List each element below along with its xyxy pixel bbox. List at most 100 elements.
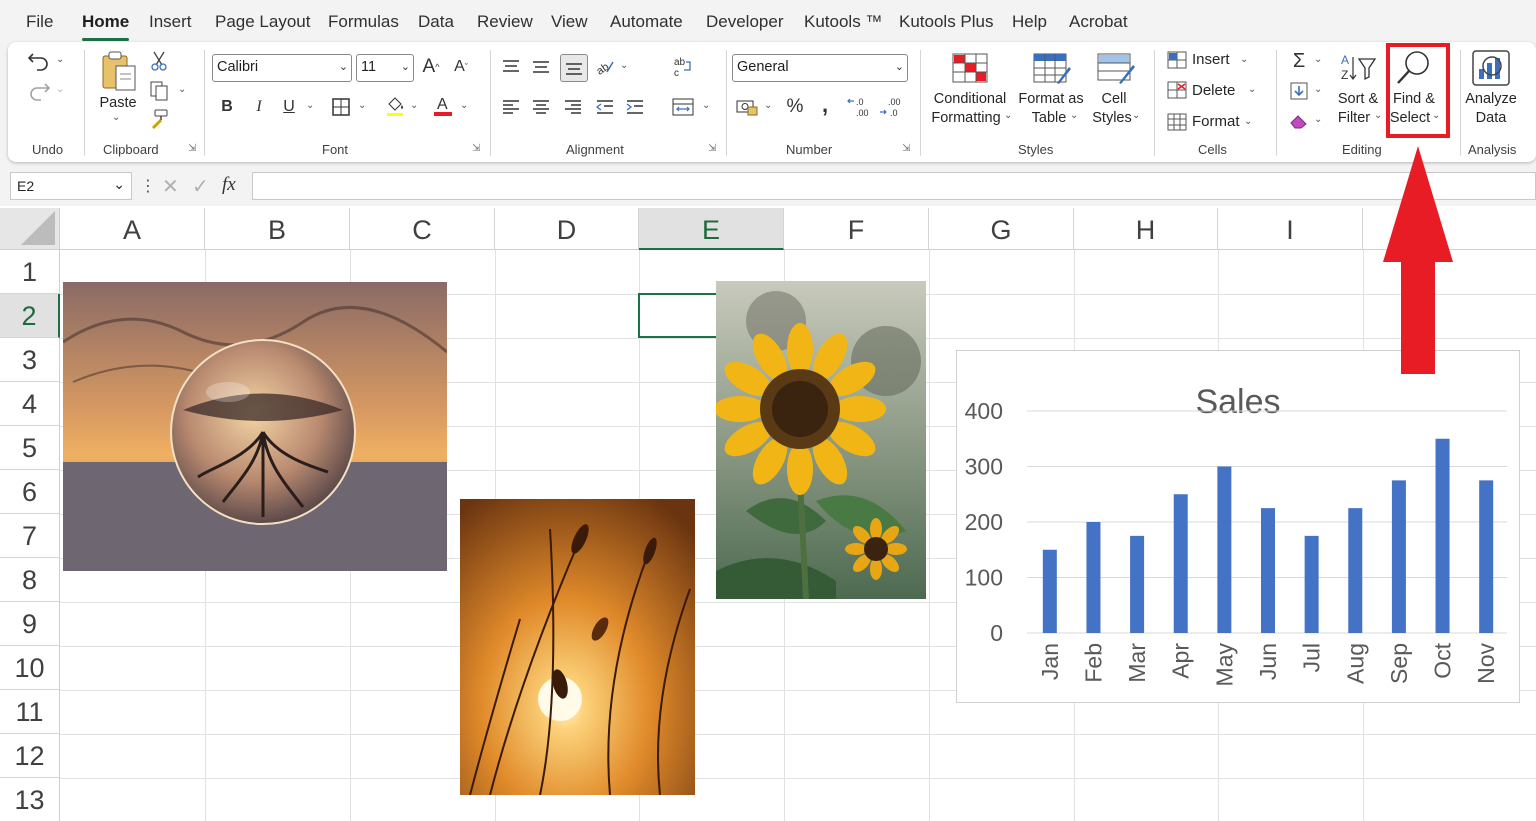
tab-acrobat[interactable]: Acrobat — [1069, 12, 1128, 32]
cell-styles-label-2[interactable]: Styles — [1090, 109, 1134, 128]
decrease-font-size-icon[interactable]: Aˇ — [450, 56, 472, 78]
underline-dropdown-icon[interactable]: ⌄ — [306, 100, 314, 111]
chevron-down-icon[interactable]: ⌄ — [339, 60, 348, 73]
orientation-dropdown-icon[interactable]: ⌄ — [620, 60, 628, 71]
insert-function-button[interactable]: fx — [222, 174, 236, 196]
font-size-combo[interactable]: 11 ⌄ — [356, 54, 414, 82]
insert-cells-icon[interactable] — [1166, 50, 1188, 70]
clipboard-launcher-icon[interactable]: ⇲ — [188, 143, 200, 155]
tab-review[interactable]: Review — [477, 12, 533, 32]
row-header-3[interactable]: 3 — [0, 338, 60, 382]
more-options-icon[interactable]: ⋮ — [140, 176, 156, 196]
analyze-data-label-2[interactable]: Data — [1462, 109, 1520, 128]
comma-style-icon[interactable]: , — [816, 92, 834, 117]
undo-dropdown-icon[interactable]: ⌄ — [56, 54, 64, 65]
decrease-indent-icon[interactable] — [594, 96, 616, 118]
delete-dropdown-icon[interactable]: ⌄ — [1248, 84, 1256, 95]
crystal-ball-picture[interactable] — [63, 282, 447, 571]
analyze-data-icon[interactable] — [1470, 48, 1512, 88]
cell-styles-dropdown-icon[interactable]: ⌄ — [1132, 110, 1140, 121]
clear-icon[interactable] — [1288, 110, 1310, 132]
accounting-format-icon[interactable] — [734, 96, 760, 118]
align-center-icon[interactable] — [530, 96, 552, 118]
format-as-table-dropdown-icon[interactable]: ⌄ — [1070, 110, 1078, 121]
tab-data[interactable]: Data — [418, 12, 454, 32]
clear-dropdown-icon[interactable]: ⌄ — [1314, 114, 1322, 125]
enter-icon[interactable]: ✓ — [192, 174, 209, 199]
number-launcher-icon[interactable]: ⇲ — [902, 143, 914, 155]
column-header-h[interactable]: H — [1074, 208, 1218, 250]
fill-icon[interactable] — [1288, 80, 1310, 102]
row-header-4[interactable]: 4 — [0, 382, 60, 426]
column-header-i[interactable]: I — [1218, 208, 1363, 250]
tab-page-layout[interactable]: Page Layout — [215, 12, 310, 32]
insert-dropdown-icon[interactable]: ⌄ — [1240, 54, 1248, 65]
paste-dropdown-icon[interactable]: ⌄ — [112, 112, 120, 123]
column-header-f[interactable]: F — [784, 208, 929, 250]
borders-dropdown-icon[interactable]: ⌄ — [358, 100, 366, 111]
format-cells-icon[interactable] — [1166, 112, 1188, 132]
align-left-icon[interactable] — [500, 96, 522, 118]
sales-chart[interactable]: Sales 0 100 200 300 400 Jan Feb Mar Apr May Jun Jul A… — [956, 350, 1520, 703]
increase-font-size-icon[interactable]: A ^ — [420, 56, 442, 78]
conditional-formatting-label-1[interactable]: Conditional — [928, 90, 1012, 109]
bottom-align-icon[interactable] — [560, 54, 588, 82]
tab-home[interactable]: Home — [82, 12, 130, 41]
increase-decimal-icon[interactable]: .0.00 — [846, 94, 874, 120]
alignment-launcher-icon[interactable]: ⇲ — [708, 143, 720, 155]
paste-icon[interactable] — [98, 50, 140, 92]
column-header-a[interactable]: A — [60, 208, 205, 250]
sort-filter-dropdown-icon[interactable]: ⌄ — [1374, 110, 1382, 121]
merge-dropdown-icon[interactable]: ⌄ — [702, 100, 710, 111]
redo-icon[interactable] — [26, 78, 52, 104]
redo-dropdown-icon[interactable]: ⌄ — [56, 84, 64, 95]
sort-filter-label-2[interactable]: Filter — [1332, 109, 1376, 128]
wrap-text-icon[interactable]: ab c — [670, 54, 696, 80]
fill-color-icon[interactable] — [384, 94, 406, 118]
sort-filter-label-1[interactable]: Sort & — [1336, 90, 1380, 109]
tab-developer[interactable]: Developer — [706, 12, 784, 32]
conditional-formatting-icon[interactable] — [950, 52, 990, 84]
row-header-6[interactable]: 6 — [0, 470, 60, 514]
sort-filter-icon[interactable]: AZ — [1338, 50, 1378, 86]
middle-align-icon[interactable] — [530, 56, 552, 78]
percent-button[interactable]: % — [784, 96, 806, 118]
conditional-formatting-label-2[interactable]: Formatting — [924, 109, 1008, 128]
format-painter-icon[interactable] — [148, 108, 170, 130]
column-header-d[interactable]: D — [495, 208, 639, 250]
tab-automate[interactable]: Automate — [610, 12, 683, 32]
borders-icon[interactable] — [330, 96, 352, 118]
delete-cells-button[interactable]: Delete — [1192, 82, 1235, 99]
format-cells-button[interactable]: Format — [1192, 113, 1240, 130]
name-box[interactable]: E2 ⌄ — [10, 172, 132, 200]
chevron-down-icon[interactable]: ⌄ — [113, 176, 125, 193]
row-header-7[interactable]: 7 — [0, 514, 60, 558]
select-all-button[interactable] — [0, 208, 60, 250]
undo-icon[interactable] — [26, 48, 52, 74]
cell-styles-label-1[interactable]: Cell — [1092, 90, 1136, 109]
row-header-5[interactable]: 5 — [0, 426, 60, 470]
accounting-dropdown-icon[interactable]: ⌄ — [764, 100, 772, 111]
orientation-icon[interactable]: ab — [594, 56, 616, 78]
font-color-icon[interactable]: A — [432, 92, 454, 118]
insert-cells-button[interactable]: Insert — [1192, 51, 1230, 68]
tab-help[interactable]: Help — [1012, 12, 1047, 32]
font-launcher-icon[interactable]: ⇲ — [472, 143, 484, 155]
copy-icon[interactable] — [148, 80, 170, 102]
cancel-icon[interactable]: ✕ — [162, 174, 179, 199]
tab-insert[interactable]: Insert — [149, 12, 192, 32]
font-name-combo[interactable]: Calibri ⌄ — [212, 54, 352, 82]
sunset-grass-picture[interactable] — [460, 499, 695, 795]
row-header-13[interactable]: 13 — [0, 778, 60, 821]
column-header-e[interactable]: E — [639, 208, 784, 250]
row-header-11[interactable]: 11 — [0, 690, 60, 734]
underline-button[interactable]: U — [278, 96, 300, 118]
column-header-c[interactable]: C — [350, 208, 495, 250]
tab-formulas[interactable]: Formulas — [328, 12, 399, 32]
row-header-12[interactable]: 12 — [0, 734, 60, 778]
tab-kutools-plus[interactable]: Kutools Plus — [899, 12, 994, 32]
align-right-icon[interactable] — [562, 96, 584, 118]
format-as-table-icon[interactable] — [1032, 52, 1072, 86]
decrease-decimal-icon[interactable]: .00.0 — [878, 94, 906, 120]
chevron-down-icon[interactable]: ⌄ — [895, 60, 904, 73]
